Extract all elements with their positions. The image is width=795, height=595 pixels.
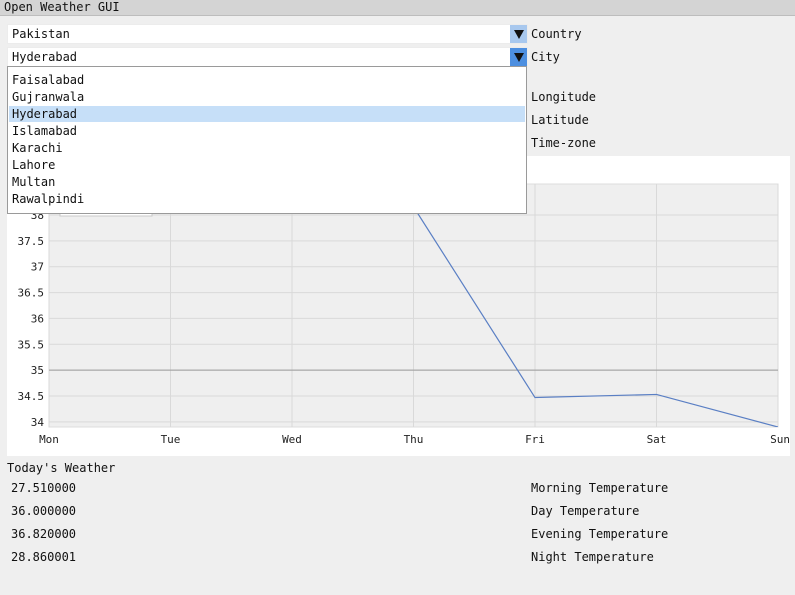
- temperature-label: Evening Temperature: [531, 527, 669, 541]
- y-tick-label: 35.5: [18, 338, 45, 351]
- country-value: Pakistan: [12, 27, 70, 41]
- x-tick-label: Wed: [282, 433, 302, 446]
- city-option-label: Lahore: [12, 158, 56, 172]
- city-option[interactable]: Gujranwala: [9, 89, 525, 105]
- x-tick-label: Thu: [404, 433, 424, 446]
- y-tick-label: 35: [31, 364, 44, 377]
- city-label: City: [531, 50, 560, 64]
- temperature-label: Day Temperature: [531, 504, 640, 518]
- city-option[interactable]: Rawalpindi: [9, 191, 525, 207]
- title-bar: Open Weather GUI: [0, 0, 795, 16]
- y-tick-label: 34: [31, 416, 45, 429]
- temperature-value: 36.820000: [11, 527, 77, 541]
- city-option-label: Rawalpindi: [12, 192, 85, 206]
- city-value: Hyderabad: [12, 50, 78, 64]
- city-option[interactable]: Multan: [9, 174, 525, 190]
- city-option-label: Faisalabad: [12, 73, 85, 87]
- y-tick-label: 36.5: [18, 287, 45, 300]
- x-tick-label: Sat: [647, 433, 667, 446]
- latitude-label: Latitude: [531, 113, 589, 127]
- temperature-value: 28.860001: [11, 550, 77, 564]
- city-option-label: Karachi: [12, 141, 63, 155]
- city-option[interactable]: Karachi: [9, 140, 525, 156]
- y-tick-label: 34.5: [18, 390, 45, 403]
- country-label: Country: [531, 27, 582, 41]
- temperature-label: Night Temperature: [531, 550, 654, 564]
- city-option-label: Islamabad: [12, 124, 78, 138]
- window-title: Open Weather GUI: [4, 0, 120, 14]
- x-tick-label: Sun: [770, 433, 790, 446]
- city-option[interactable]: Faisalabad: [9, 72, 525, 88]
- country-dropdown-arrow-icon[interactable]: [510, 25, 527, 43]
- city-option-label: Multan: [12, 175, 56, 189]
- y-tick-label: 36: [31, 312, 44, 325]
- x-tick-label: Mon: [39, 433, 59, 446]
- y-tick-label: 37: [31, 261, 44, 274]
- x-tick-label: Tue: [161, 433, 181, 446]
- temperature-label: Morning Temperature: [531, 481, 669, 495]
- todays-weather-title: Today's Weather: [7, 461, 116, 475]
- city-option-label: Hyderabad: [12, 107, 78, 121]
- y-tick-label: 37.5: [18, 235, 45, 248]
- city-dropdown-list[interactable]: Faisalabad Gujranwala Hyderabad Islamabad Ka…: [7, 66, 527, 214]
- city-dropdown-arrow-icon[interactable]: [510, 48, 527, 66]
- country-combobox[interactable]: Pakistan: [7, 24, 528, 44]
- city-option-label: Gujranwala: [12, 90, 85, 104]
- temperature-value: 36.000000: [11, 504, 77, 518]
- city-option[interactable]: Islamabad: [9, 123, 525, 139]
- city-option[interactable]: Lahore: [9, 157, 525, 173]
- longitude-label: Longitude: [531, 90, 597, 104]
- city-combobox[interactable]: Hyderabad: [7, 47, 528, 67]
- timezone-label: Time-zone: [531, 136, 597, 150]
- temperature-value: 27.510000: [11, 481, 77, 495]
- x-tick-label: Fri: [525, 433, 545, 446]
- city-option[interactable]: Hyderabad: [9, 106, 525, 122]
